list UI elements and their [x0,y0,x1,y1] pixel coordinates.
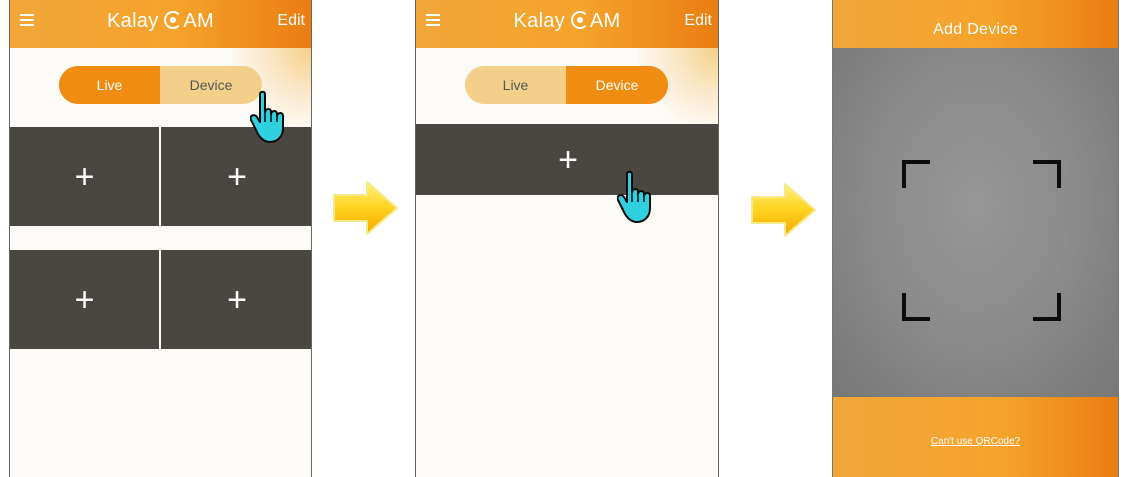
top-bar: Add Device [833,0,1118,48]
top-bar: Kalay AM Edit [10,0,311,48]
screen-live-view: Kalay AM Edit Live Device + + + + [9,0,312,477]
right-arrow-icon [751,183,816,237]
tab-live[interactable]: Live [59,66,160,104]
app-title: Kalay AM [10,10,311,33]
page-title: Add Device [933,21,1018,38]
pointing-hand-icon [617,170,651,223]
cant-use-qrcode-link[interactable]: Can't use QRCode? [833,436,1118,447]
tab-device[interactable]: Device [160,66,262,104]
plus-icon: + [74,280,95,319]
right-arrow-icon [333,181,398,235]
edit-button[interactable]: Edit [277,12,305,30]
qr-scanner-viewfinder [833,48,1118,397]
app-title: Kalay AM [416,10,718,33]
plus-icon: + [227,280,247,319]
plus-icon: + [227,157,247,196]
scan-corner-icon [1033,160,1061,188]
app-title-prefix: Kalay [107,10,159,32]
view-switcher: Live Device [59,66,262,104]
scan-corner-icon [902,160,930,188]
top-bar: Kalay AM Edit [416,0,718,48]
pointing-hand-icon [250,90,284,143]
camera-c-icon [570,11,589,29]
plus-icon: + [558,140,578,179]
scan-corner-icon [1033,293,1061,321]
edit-button[interactable]: Edit [684,12,712,30]
app-title-suffix: AM [589,10,621,32]
camera-slot[interactable]: + [161,250,311,349]
screen-device-view: Kalay AM Edit Live Device + [415,0,719,477]
tab-device[interactable]: Device [566,66,668,104]
add-device-tile[interactable]: + [416,124,718,195]
scan-corner-icon [902,293,930,321]
camera-slot[interactable]: + [10,250,159,349]
app-title-prefix: Kalay [513,10,566,32]
app-title-suffix: AM [183,10,214,32]
plus-icon: + [74,157,95,196]
tab-live[interactable]: Live [465,66,566,104]
camera-c-icon [164,11,183,29]
bottom-bar: Can't use QRCode? [833,397,1118,477]
screen-add-device: Add Device Can't use QRCode? [832,0,1119,477]
view-switcher: Live Device [465,66,668,104]
camera-slot[interactable]: + [10,127,159,226]
